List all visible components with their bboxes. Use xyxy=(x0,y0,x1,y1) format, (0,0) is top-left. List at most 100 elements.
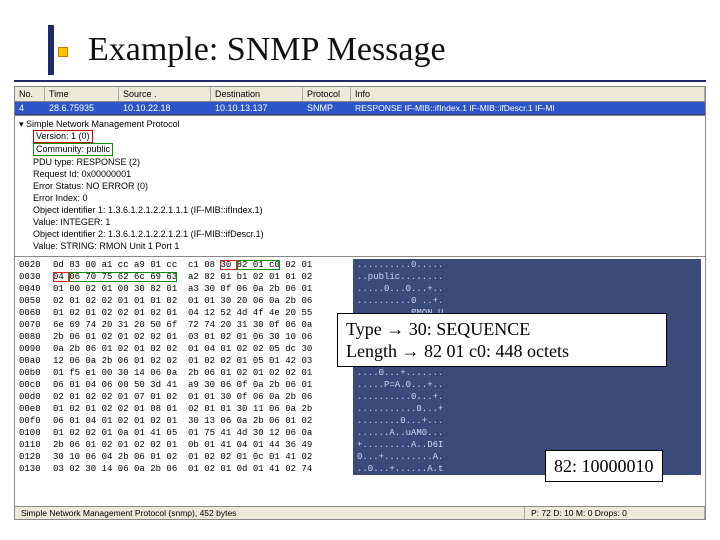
hex-offset: 00b0 xyxy=(19,367,53,379)
annot-length-label: Length xyxy=(346,341,397,361)
hex-offset: 0080 xyxy=(19,331,53,343)
hex-bytes: 01 02 02 01 0a 01 41 05 01 75 41 4d 30 1… xyxy=(53,427,353,439)
column-headers: No. Time Source . Destination Protocol I… xyxy=(15,87,705,102)
col-header-proto[interactable]: Protocol xyxy=(303,87,351,101)
packet-time: 28.6.75935 xyxy=(45,102,119,114)
hex-bytes: 01 00 02 01 00 30 82 01 a3 30 0f 06 0a 2… xyxy=(53,283,353,295)
slide-title: Example: SNMP Message xyxy=(88,31,446,69)
annot-type-label: Type xyxy=(346,319,382,339)
col-header-source[interactable]: Source . xyxy=(119,87,211,101)
hex-row[interactable]: 00b001 f5 e1 00 30 14 06 0a 2b 06 01 02 … xyxy=(19,367,701,379)
hex-offset: 00d0 xyxy=(19,391,53,403)
hex-offset: 0100 xyxy=(19,427,53,439)
hex-ascii: .....P=A.0...+.. xyxy=(353,379,701,391)
annotation-binary: 82: 10000010 xyxy=(545,450,663,482)
status-right: P: 72 D: 10 M: 0 Drops: 0 xyxy=(525,507,705,519)
hex-bytes: 12 06 0a 2b 06 01 02 02 01 02 02 01 05 0… xyxy=(53,355,353,367)
hex-bytes: 0a 2b 06 01 02 01 02 02 01 04 01 02 02 0… xyxy=(53,343,353,355)
hex-offset: 0120 xyxy=(19,451,53,463)
hex-bytes: 06 01 04 01 02 01 02 01 30 13 06 0a 2b 0… xyxy=(53,415,353,427)
hex-row[interactable]: 003004 06 70 75 62 6c 69 63 a2 82 01 b1 … xyxy=(19,271,701,283)
hex-offset: 0130 xyxy=(19,463,53,475)
hex-offset: 00a0 xyxy=(19,355,53,367)
hex-ascii: .....0...0...+.. xyxy=(353,283,701,295)
hex-offset: 0090 xyxy=(19,343,53,355)
hex-row[interactable]: 005002 01 02 02 01 01 01 02 01 01 30 20 … xyxy=(19,295,701,307)
hex-offset: 00c0 xyxy=(19,379,53,391)
hex-offset: 0060 xyxy=(19,307,53,319)
hex-bytes: 2b 06 01 02 01 02 02 01 03 01 02 01 06 3… xyxy=(53,331,353,343)
field-value-1: Value: INTEGER: 1 xyxy=(19,216,701,228)
hex-bytes: 30 10 06 04 2b 06 01 02 01 02 02 01 0c 0… xyxy=(53,451,353,463)
col-header-no[interactable]: No. xyxy=(15,87,45,101)
hex-bytes: 01 f5 e1 00 30 14 06 0a 2b 06 01 02 01 0… xyxy=(53,367,353,379)
status-bar: Simple Network Management Protocol (snmp… xyxy=(15,506,705,519)
packet-proto: SNMP xyxy=(303,102,351,114)
arrow-icon: → xyxy=(402,341,420,361)
hex-row[interactable]: 00e001 02 01 02 02 01 08 01 02 01 01 30 … xyxy=(19,403,701,415)
hex-offset: 0110 xyxy=(19,439,53,451)
tree-root-label: Simple Network Management Protocol xyxy=(26,119,180,129)
hex-row[interactable]: 00d002 01 02 02 01 07 01 02 01 01 30 0f … xyxy=(19,391,701,403)
hex-dump-pane: 00200d 83 00 a1 cc a9 01 cc c1 08 30 82 … xyxy=(15,257,705,506)
field-oid-2: Object identifier 2: 1.3.6.1.2.1.2.2.1.2… xyxy=(19,228,701,240)
packet-analyzer-window: No. Time Source . Destination Protocol I… xyxy=(14,86,706,520)
title-underline xyxy=(14,80,706,82)
hex-offset: 00f0 xyxy=(19,415,53,427)
hex-bytes: 2b 06 01 02 01 02 02 01 0b 01 41 04 01 4… xyxy=(53,439,353,451)
hex-ascii: ...........0...+ xyxy=(353,403,701,415)
hex-ascii: ....0...+....... xyxy=(353,367,701,379)
annot-type-value: 30: SEQUENCE xyxy=(409,319,531,339)
packet-no: 4 xyxy=(15,102,45,114)
hex-offset: 0050 xyxy=(19,295,53,307)
annotation-tlv: Type → 30: SEQUENCE Length → 82 01 c0: 4… xyxy=(337,313,667,367)
field-error-status: Error Status: NO ERROR (0) xyxy=(19,180,701,192)
hex-ascii: ..........0...+. xyxy=(353,391,701,403)
field-error-index: Error Index: 0 xyxy=(19,192,701,204)
field-request-id: Request Id: 0x00000001 xyxy=(19,168,701,180)
hex-bytes: 06 01 04 06 00 50 3d 41 a9 30 06 0f 0a 2… xyxy=(53,379,353,391)
hex-bytes: 01 02 01 02 02 01 08 01 02 01 01 30 11 0… xyxy=(53,403,353,415)
hex-bytes: 02 01 02 02 01 07 01 02 01 01 30 0f 06 0… xyxy=(53,391,353,403)
hex-offset: 00e0 xyxy=(19,403,53,415)
packet-row-selected[interactable]: 4 28.6.75935 10.10.22.18 10.10.13.137 SN… xyxy=(15,102,705,115)
hex-ascii: ..........0..... xyxy=(353,259,701,271)
hex-row[interactable]: 010001 02 02 01 0a 01 41 05 01 75 41 4d … xyxy=(19,427,701,439)
hex-row[interactable]: 00c006 01 04 06 00 50 3d 41 a9 30 06 0f … xyxy=(19,379,701,391)
hex-ascii: ........0...+... xyxy=(353,415,701,427)
hex-offset: 0070 xyxy=(19,319,53,331)
field-community: Community: public xyxy=(33,143,113,156)
hex-bytes: 04 06 70 75 62 6c 69 63 a2 82 01 b1 02 0… xyxy=(53,271,353,283)
hex-bytes: 03 02 30 14 06 0a 2b 06 01 02 01 0d 01 4… xyxy=(53,463,353,475)
decode-tree-pane: ▾ Simple Network Management Protocol Ver… xyxy=(15,115,705,257)
field-version: Version: 1 (0) xyxy=(33,130,93,143)
hex-ascii: ..........0 ..+. xyxy=(353,295,701,307)
hex-ascii: ..public........ xyxy=(353,271,701,283)
hex-ascii: ......A..uAM0... xyxy=(353,427,701,439)
col-header-time[interactable]: Time xyxy=(45,87,119,101)
hex-row[interactable]: 004001 00 02 01 00 30 82 01 a3 30 0f 06 … xyxy=(19,283,701,295)
hex-row[interactable]: 00f006 01 04 01 02 01 02 01 30 13 06 0a … xyxy=(19,415,701,427)
packet-source: 10.10.22.18 xyxy=(119,102,211,114)
col-header-info[interactable]: Info xyxy=(351,87,705,101)
hex-bytes: 0d 83 00 a1 cc a9 01 cc c1 08 30 82 01 c… xyxy=(53,259,353,271)
hex-offset: 0020 xyxy=(19,259,53,271)
hex-bytes: 6e 69 74 20 31 20 50 6f 72 74 20 31 30 0… xyxy=(53,319,353,331)
arrow-icon: → xyxy=(386,319,404,339)
hex-bytes: 02 01 02 02 01 01 01 02 01 01 30 20 06 0… xyxy=(53,295,353,307)
title-ornament xyxy=(48,25,72,75)
annot-length-value: 82 01 c0: 448 octets xyxy=(424,341,569,361)
col-header-dest[interactable]: Destination xyxy=(211,87,303,101)
packet-info: RESPONSE IF-MIB::ifIndex.1 IF-MIB::ifDes… xyxy=(351,102,705,114)
hex-offset: 0040 xyxy=(19,283,53,295)
field-value-2: Value: STRING: RMON Unit 1 Port 1 xyxy=(19,240,701,252)
tree-root[interactable]: ▾ Simple Network Management Protocol xyxy=(19,118,701,130)
packet-dest: 10.10.13.137 xyxy=(211,102,303,114)
annot-binary-label: 82: 10000010 xyxy=(554,456,654,476)
field-pdu-type: PDU type: RESPONSE (2) xyxy=(19,156,701,168)
status-left: Simple Network Management Protocol (snmp… xyxy=(15,507,525,519)
hex-offset: 0030 xyxy=(19,271,53,283)
hex-bytes: 01 02 01 02 02 01 02 01 04 12 52 4d 4f 4… xyxy=(53,307,353,319)
hex-row[interactable]: 00200d 83 00 a1 cc a9 01 cc c1 08 30 82 … xyxy=(19,259,701,271)
field-oid-1: Object identifier 1: 1.3.6.1.2.1.2.2.1.1… xyxy=(19,204,701,216)
